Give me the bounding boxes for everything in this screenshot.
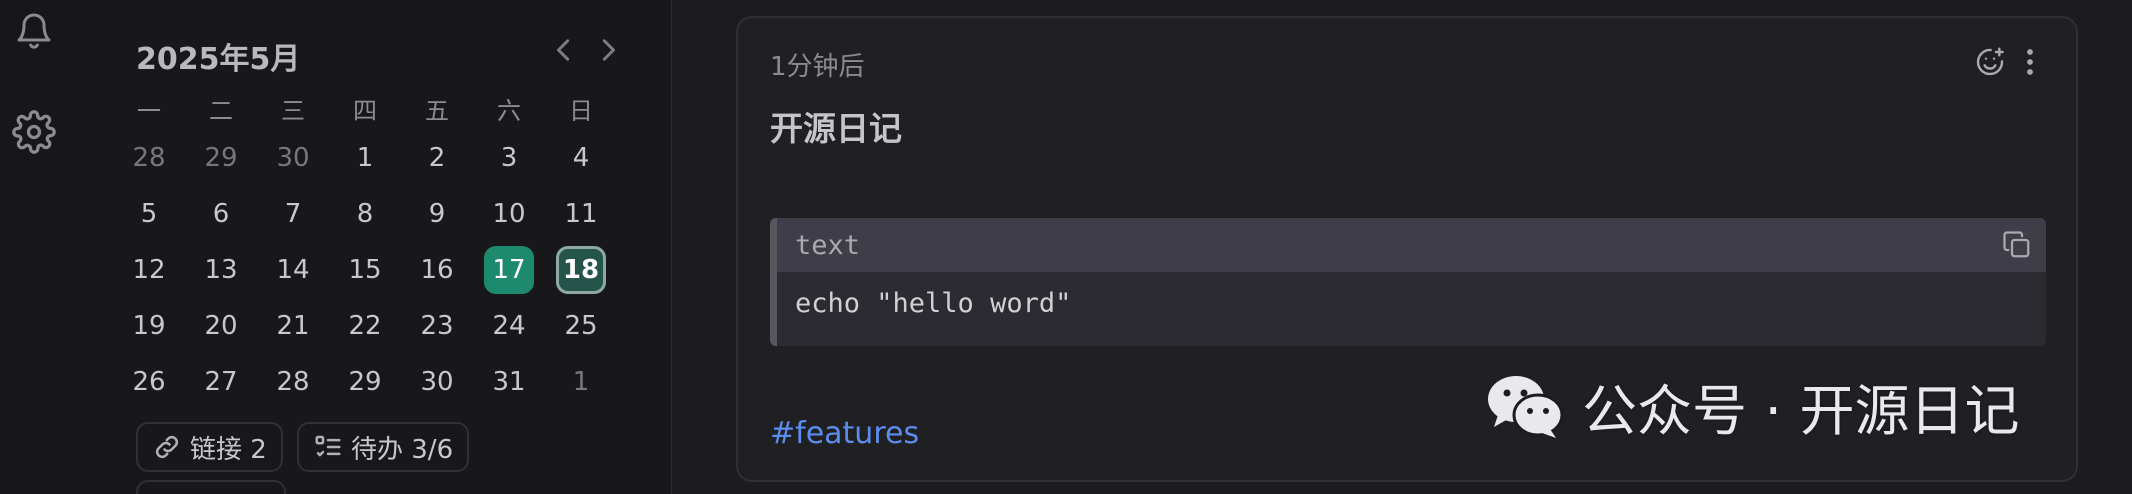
- code-language-label: text: [795, 229, 861, 261]
- chevron-left-icon: [557, 39, 570, 61]
- chevron-right-icon: [602, 39, 615, 61]
- calendar-day[interactable]: 21: [268, 302, 318, 350]
- memo-more-button[interactable]: [2012, 44, 2048, 80]
- calendar-day[interactable]: 28: [124, 134, 174, 182]
- calendar-day-selected[interactable]: 17: [484, 246, 534, 294]
- calendar-day[interactable]: 15: [340, 246, 390, 294]
- memo-title: 开源日记: [770, 109, 902, 148]
- calendar-day-today[interactable]: 18: [556, 246, 606, 294]
- code-content: echo "hello word": [795, 288, 1072, 319]
- calendar-day[interactable]: 4: [556, 134, 606, 182]
- calendar-day[interactable]: 6: [196, 190, 246, 238]
- calendar-day[interactable]: 19: [124, 302, 174, 350]
- calendar-day[interactable]: 8: [340, 190, 390, 238]
- weekday-label: 日: [569, 96, 593, 125]
- calendar-day[interactable]: 3: [484, 134, 534, 182]
- calendar-day[interactable]: 7: [268, 190, 318, 238]
- settings-button[interactable]: [12, 110, 56, 154]
- calendar-day[interactable]: 29: [340, 358, 390, 406]
- weekday-label: 一: [137, 96, 161, 125]
- todo-chip[interactable]: 待办 3/6: [297, 422, 470, 472]
- more-vertical-icon: [2027, 49, 2033, 75]
- emoji-add-icon: [1976, 47, 2004, 76]
- calendar-day[interactable]: 26: [124, 358, 174, 406]
- calendar-day[interactable]: 2: [412, 134, 462, 182]
- links-chip[interactable]: 链接 2: [136, 422, 283, 472]
- link-icon: [155, 435, 179, 459]
- weekday-label: 四: [353, 96, 377, 125]
- bell-icon: [17, 13, 51, 49]
- calendar-day[interactable]: 27: [196, 358, 246, 406]
- todo-chip-label: 待办 3/6: [351, 434, 454, 465]
- calendar-day[interactable]: 25: [556, 302, 606, 350]
- notifications-button[interactable]: [12, 8, 56, 52]
- calendar-day[interactable]: 20: [196, 302, 246, 350]
- calendar-day[interactable]: 14: [268, 246, 318, 294]
- calendar-day[interactable]: 22: [340, 302, 390, 350]
- calendar-day[interactable]: 13: [196, 246, 246, 294]
- watermark: 公众号 · 开源日记: [1484, 368, 2019, 444]
- calendar-day[interactable]: 24: [484, 302, 534, 350]
- watermark-text: 公众号 · 开源日记: [1582, 379, 2020, 443]
- memo-tag[interactable]: #features: [770, 416, 919, 451]
- calendar-day[interactable]: 12: [124, 246, 174, 294]
- weekday-label: 三: [281, 96, 305, 125]
- copy-icon: [2003, 231, 2030, 258]
- checklist-icon: [315, 435, 341, 457]
- calendar-day[interactable]: 30: [268, 134, 318, 182]
- calendar-day[interactable]: 23: [412, 302, 462, 350]
- links-chip-label: 链接 2: [190, 434, 267, 465]
- calendar-day[interactable]: 16: [412, 246, 462, 294]
- next-month-button[interactable]: [594, 36, 622, 64]
- calendar-day[interactable]: 10: [484, 190, 534, 238]
- calendar-day[interactable]: 1: [340, 134, 390, 182]
- calendar-day[interactable]: 11: [556, 190, 606, 238]
- calendar-day[interactable]: 29: [196, 134, 246, 182]
- calendar-day[interactable]: 28: [268, 358, 318, 406]
- sidebar: 2025年5月 一 二 三 四 五 六 日 28 29 30 1 2 3 4 5…: [96, 0, 672, 494]
- calendar-month-title: 2025年5月: [136, 42, 301, 77]
- weekday-label: 五: [425, 96, 449, 125]
- wechat-icon: [1488, 376, 1564, 438]
- calendar-day[interactable]: 1: [556, 358, 606, 406]
- prev-month-button[interactable]: [550, 36, 578, 64]
- memo-time: 1分钟后: [770, 52, 865, 82]
- icon-rail: [0, 0, 96, 494]
- copy-code-button[interactable]: [2000, 228, 2034, 262]
- add-reaction-button[interactable]: [1972, 44, 2008, 80]
- weekday-label: 二: [209, 96, 233, 125]
- calendar-day[interactable]: 9: [412, 190, 462, 238]
- code-block: text echo "hello word": [770, 218, 2046, 346]
- gear-icon: [12, 110, 56, 154]
- more-chip[interactable]: [136, 480, 286, 494]
- calendar-day[interactable]: 5: [124, 190, 174, 238]
- weekday-label: 六: [497, 96, 521, 125]
- code-block-header: text: [777, 218, 2046, 272]
- calendar-day[interactable]: 31: [484, 358, 534, 406]
- calendar-day[interactable]: 30: [412, 358, 462, 406]
